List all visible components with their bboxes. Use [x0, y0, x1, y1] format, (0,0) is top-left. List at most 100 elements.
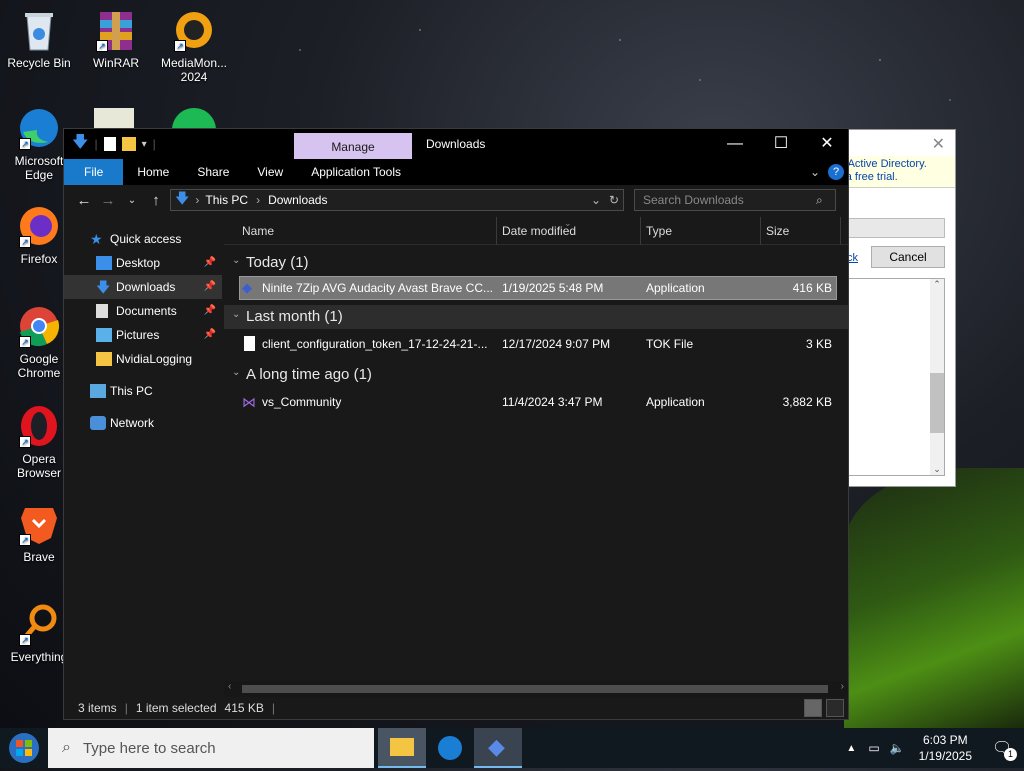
sidebar-item-quick-access[interactable]: ★ Quick access	[64, 227, 222, 251]
desktop-icon-mediamonkey[interactable]: ↗ MediaMon... 2024	[156, 8, 232, 84]
address-bar[interactable]: 🡇 › This PC › Downloads ⌄ ↻	[170, 189, 624, 211]
up-arrow-icon[interactable]: ↑	[144, 192, 168, 209]
text-field[interactable]	[845, 218, 945, 238]
file-name: Ninite 7Zip AVG Audacity Avast Brave CC.…	[262, 281, 493, 295]
column-header-name[interactable]: Name	[242, 217, 274, 245]
table-row[interactable]: client_configuration_token_17-12-24-21-.…	[240, 333, 836, 355]
forward-arrow-icon[interactable]: →	[96, 192, 120, 209]
start-button[interactable]	[0, 728, 48, 768]
sidebar-item-desktop[interactable]: Desktop 📌	[64, 251, 222, 275]
taskbar-ninite[interactable]: ◆	[474, 728, 522, 768]
scrollbar-thumb[interactable]	[242, 685, 828, 693]
volume-muted-icon[interactable]: 🔈	[890, 741, 905, 755]
sidebar-item-nvidialogging[interactable]: NvidiaLogging	[64, 347, 222, 371]
collapse-chevron-icon[interactable]: ⌄	[232, 309, 240, 320]
tab-file[interactable]: File	[64, 159, 124, 185]
show-hidden-icons-icon[interactable]: ▲	[846, 743, 856, 754]
cancel-button[interactable]: Cancel	[871, 246, 945, 268]
tab-home[interactable]: Home	[123, 159, 183, 185]
dialog-text-area[interactable]: ⌃ ⌄	[845, 278, 945, 476]
desktop-icon-label: MediaMon... 2024	[160, 56, 228, 84]
collapse-chevron-icon[interactable]: ⌄	[232, 255, 240, 266]
pin-icon[interactable]: 📌	[204, 323, 216, 347]
maximize-icon[interactable]: ☐	[758, 129, 804, 159]
back-arrow-icon[interactable]: ←	[72, 192, 96, 209]
expand-ribbon-icon[interactable]: ⌄	[810, 159, 820, 185]
pin-icon[interactable]: 📌	[204, 275, 216, 299]
table-row[interactable]: ⋈ vs_Community 11/4/2024 3:47 PM Applica…	[240, 391, 836, 413]
details-view-icon[interactable]	[804, 699, 822, 717]
column-header-type[interactable]: Type	[646, 217, 672, 245]
firefox-icon: ↗	[17, 204, 61, 248]
pictures-icon	[96, 328, 112, 342]
collapse-chevron-icon[interactable]: ⌄	[232, 367, 240, 378]
scroll-up-icon[interactable]: ⌃	[930, 279, 944, 290]
documents-icon	[96, 304, 108, 318]
scroll-left-icon[interactable]: ‹	[228, 681, 231, 692]
visual-studio-icon: ⋈	[242, 394, 256, 410]
navigation-pane: ★ Quick access Desktop 📌 🡇 Downloads 📌 D…	[64, 217, 222, 683]
recent-locations-icon[interactable]: ⌄	[120, 195, 144, 206]
tab-application-tools[interactable]: Application Tools	[297, 159, 415, 185]
minimize-icon[interactable]: —	[712, 129, 758, 159]
sidebar-item-label: NvidiaLogging	[116, 352, 193, 366]
file-type: TOK File	[646, 337, 694, 351]
scroll-right-icon[interactable]: ›	[841, 681, 844, 692]
clock[interactable]: 6:03 PM 1/19/2025	[911, 732, 980, 764]
notification-center-button[interactable]: 🗨 1	[980, 728, 1024, 768]
banner-text-1: g Active Directory.	[839, 158, 927, 170]
tab-manage[interactable]: Manage	[294, 133, 412, 159]
banner-text-2[interactable]: r a free trial.	[839, 171, 955, 184]
address-dropdown-icon[interactable]: ⌄	[591, 193, 601, 207]
pin-icon[interactable]: 📌	[204, 251, 216, 275]
large-icons-view-icon[interactable]	[826, 699, 844, 717]
background-dialog-window[interactable]: ✕ g Active Directory. r a free trial. ck…	[836, 129, 956, 487]
chrome-icon: ↗	[17, 304, 61, 348]
sidebar-item-pictures[interactable]: Pictures 📌	[64, 323, 222, 347]
download-arrow-icon[interactable]: 🡇	[72, 131, 88, 158]
customize-toolbar-icon[interactable]: ▾	[142, 139, 147, 150]
column-divider[interactable]	[760, 217, 761, 245]
title-bar[interactable]: 🡇 | ▾ | Manage Downloads — ☐ ✕	[64, 129, 848, 159]
close-icon[interactable]: ✕	[804, 129, 850, 159]
tab-view[interactable]: View	[243, 159, 297, 185]
pin-icon[interactable]: 📌	[204, 299, 216, 323]
refresh-icon[interactable]: ↻	[609, 193, 619, 207]
properties-icon[interactable]	[103, 137, 116, 151]
sidebar-item-label: Quick access	[110, 232, 182, 246]
tab-share[interactable]: Share	[183, 159, 243, 185]
scrollbar-thumb[interactable]	[930, 373, 944, 433]
horizontal-scrollbar[interactable]: ‹ ›	[224, 681, 848, 697]
desktop-icon-label: WinRAR	[92, 56, 139, 70]
scroll-down-icon[interactable]: ⌄	[930, 464, 944, 475]
column-header-size[interactable]: Size	[766, 217, 789, 245]
group-header-a-long-time-ago[interactable]: ⌄ A long time ago (1)	[224, 363, 848, 387]
breadcrumb-this-pc[interactable]: This PC	[205, 193, 248, 207]
close-icon[interactable]: ✕	[932, 134, 945, 154]
column-divider[interactable]	[840, 217, 841, 245]
desktop-icon-winrar[interactable]: ↗ WinRAR	[78, 8, 154, 70]
vertical-scrollbar[interactable]: ⌃ ⌄	[930, 279, 944, 475]
help-icon[interactable]: ?	[828, 164, 844, 180]
column-divider[interactable]	[496, 217, 497, 245]
file-explorer-window[interactable]: 🡇 | ▾ | Manage Downloads — ☐ ✕ File Home…	[63, 128, 849, 720]
column-divider[interactable]	[640, 217, 641, 245]
breadcrumb-downloads[interactable]: Downloads	[268, 193, 327, 207]
file-list[interactable]: Name Date modified ⌄ Type Size ⌄ Today (…	[224, 217, 848, 683]
desktop-icon-recycle-bin[interactable]: Recycle Bin	[1, 8, 77, 70]
taskbar-edge[interactable]	[426, 728, 474, 768]
network-status-icon[interactable]: ▭	[868, 741, 879, 755]
sidebar-item-documents[interactable]: Documents 📌	[64, 299, 222, 323]
sidebar-item-this-pc[interactable]: This PC	[64, 379, 222, 403]
taskbar-search-input[interactable]: ⌕ Type here to search	[48, 728, 374, 768]
group-header-today[interactable]: ⌄ Today (1)	[224, 251, 848, 275]
sidebar-item-downloads[interactable]: 🡇 Downloads 📌	[64, 275, 222, 299]
new-folder-icon[interactable]	[121, 137, 136, 151]
search-input[interactable]: Search Downloads	[634, 189, 836, 211]
search-icon[interactable]: ⌕	[816, 193, 823, 208]
sidebar-item-label: Pictures	[116, 328, 160, 342]
sidebar-item-network[interactable]: Network	[64, 411, 222, 435]
group-header-last-month[interactable]: ⌄ Last month (1)	[224, 305, 848, 329]
table-row[interactable]: ◆ Ninite 7Zip AVG Audacity Avast Brave C…	[239, 276, 837, 300]
taskbar-file-explorer[interactable]	[378, 728, 426, 768]
